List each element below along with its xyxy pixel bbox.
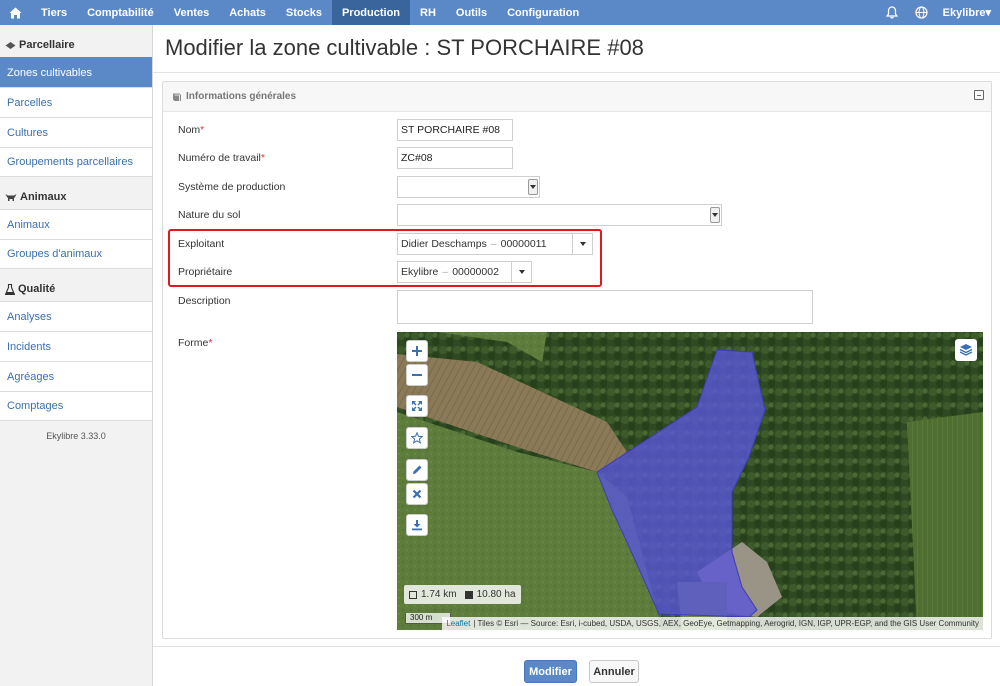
exploitant-separator: – [490, 238, 497, 250]
star-icon[interactable] [406, 427, 428, 449]
perimeter-square-icon [409, 590, 417, 599]
nav-ventes[interactable]: Ventes [164, 0, 219, 25]
sidebar-section-title: Parcellaire [19, 39, 75, 51]
layers-icon[interactable] [955, 339, 977, 361]
nav-production[interactable]: Production [331, 0, 411, 25]
exploitant-combobox[interactable]: Didier Deschamps – 00000011 [397, 233, 593, 255]
top-navbar: Tiers Comptabilité Ventes Achats Stocks … [0, 0, 1000, 25]
chevron-down-icon[interactable] [710, 207, 720, 223]
area-square-icon [464, 590, 473, 599]
sidebar-item-agreages[interactable]: Agréages [0, 361, 152, 391]
pencil-icon[interactable] [406, 459, 428, 481]
nav-tiers[interactable]: Tiers [31, 0, 77, 25]
chevron-down-icon[interactable] [528, 179, 538, 195]
cow-icon [5, 193, 17, 202]
nav-outils[interactable]: Outils [446, 0, 497, 25]
book-icon [172, 92, 182, 102]
exploitant-label: Exploitant [178, 238, 225, 250]
footer-divider [153, 646, 1000, 647]
nom-input[interactable]: ST PORCHAIRE #08 [397, 119, 513, 141]
sidebar-item-comptages[interactable]: Comptages [0, 391, 152, 421]
page-title: Modifier la zone cultivable : ST PORCHAI… [165, 35, 644, 60]
app-version: Ekylibre 3.33.0 [46, 431, 106, 441]
proprietaire-separator: – [442, 266, 449, 278]
sidebar-item-incidents[interactable]: Incidents [0, 331, 152, 361]
nav-configuration[interactable]: Configuration [497, 0, 589, 25]
delete-icon[interactable] [406, 483, 428, 505]
user-menu[interactable]: Ekylibre▾ [937, 0, 1000, 25]
bell-icon[interactable] [877, 0, 907, 25]
cancel-button[interactable]: Annuler [589, 660, 639, 683]
numero-travail-input[interactable]: ZC#08 [397, 147, 513, 169]
numero-travail-label: Numéro de travail* [178, 152, 265, 164]
nature-sol-select[interactable] [397, 204, 722, 226]
chevron-down-icon[interactable] [511, 262, 531, 282]
sidebar-item-animaux[interactable]: Animaux [0, 209, 152, 239]
description-label: Description [178, 295, 231, 307]
zoom-in-icon[interactable] [406, 340, 428, 362]
flask-icon [5, 283, 15, 295]
sidebar-section-qualite: Qualité [0, 277, 152, 301]
sidebar-item-analyses[interactable]: Analyses [0, 301, 152, 331]
fullscreen-icon[interactable] [406, 395, 428, 417]
download-icon[interactable] [406, 514, 428, 536]
proprietaire-number: 00000002 [452, 266, 499, 278]
sidebar: Parcellaire Zones cultivables Parcelles … [0, 25, 153, 686]
proprietaire-label: Propriétaire [178, 266, 233, 278]
panel-header: Informations générales [163, 82, 991, 112]
nature-sol-label: Nature du sol [178, 209, 241, 221]
forme-label: Forme* [178, 337, 213, 349]
save-button[interactable]: Modifier [524, 660, 577, 683]
sidebar-item-groupes-animaux[interactable]: Groupes d'animaux [0, 239, 152, 269]
nav-stocks[interactable]: Stocks [276, 0, 332, 25]
map-icon [5, 41, 16, 50]
map-attribution: Leaflet | Tiles © Esri — Source: Esri, i… [442, 617, 983, 630]
panel-title: Informations générales [186, 91, 297, 102]
measure-box: 1.74 km 10.80 ha [404, 585, 521, 604]
leaflet-link[interactable]: Leaflet [446, 619, 470, 628]
sidebar-item-zones-cultivables[interactable]: Zones cultivables [0, 57, 152, 87]
sidebar-item-cultures[interactable]: Cultures [0, 117, 152, 147]
sidebar-section-animaux: Animaux [0, 185, 152, 209]
description-textarea[interactable] [397, 290, 813, 324]
sidebar-section-parcellaire: Parcellaire [0, 33, 152, 57]
proprietaire-name: Ekylibre [401, 266, 439, 278]
perimeter-value: 1.74 km [421, 589, 457, 600]
nom-label: Nom* [178, 124, 205, 136]
chevron-down-icon[interactable] [572, 234, 592, 254]
nav-comptabilite[interactable]: Comptabilité [77, 0, 164, 25]
proprietaire-combobox[interactable]: Ekylibre – 00000002 [397, 261, 532, 283]
shape-map[interactable]: 1.74 km 10.80 ha 300 m Leaflet | Tiles ©… [397, 332, 983, 630]
home-icon[interactable] [0, 0, 31, 25]
systeme-production-label: Système de production [178, 181, 286, 193]
nav-rh[interactable]: RH [410, 0, 446, 25]
sidebar-section-title: Animaux [20, 191, 67, 203]
sidebar-section-title: Qualité [18, 283, 56, 295]
collapse-icon[interactable] [974, 90, 984, 100]
sidebar-item-parcelles[interactable]: Parcelles [0, 87, 152, 117]
exploitant-number: 00000011 [500, 238, 547, 250]
exploitant-name: Didier Deschamps [401, 238, 487, 250]
area-value: 10.80 ha [476, 589, 516, 600]
attribution-text: | Tiles © Esri — Source: Esri, i-cubed, … [473, 619, 979, 628]
title-divider [153, 72, 1000, 73]
sidebar-item-groupements-parcellaires[interactable]: Groupements parcellaires [0, 147, 152, 177]
zoom-out-icon[interactable] [406, 364, 428, 386]
systeme-production-select[interactable] [397, 176, 540, 198]
globe-icon[interactable] [907, 0, 937, 25]
nav-achats[interactable]: Achats [219, 0, 276, 25]
